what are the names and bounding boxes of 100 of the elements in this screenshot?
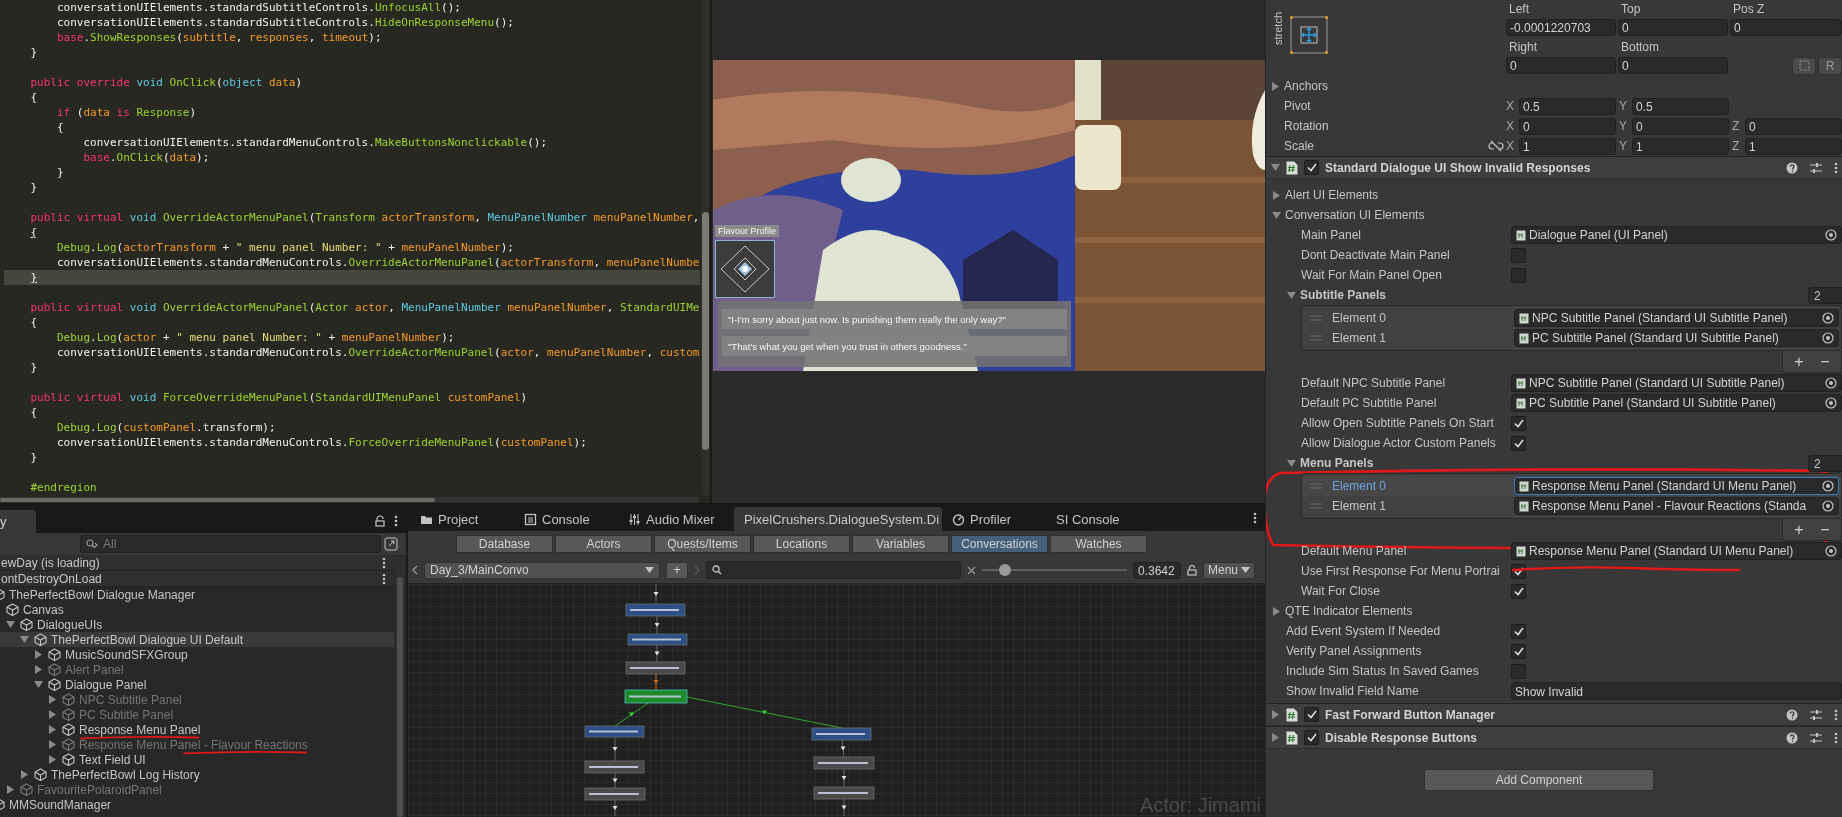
object-picker-icon[interactable] [1822, 312, 1834, 324]
editor-tab[interactable]: Database [456, 535, 553, 553]
collapsed-arrow-icon[interactable] [1272, 190, 1281, 200]
editor-tab[interactable]: Conversations [951, 535, 1048, 553]
add-element-button[interactable]: + [1791, 519, 1807, 540]
menu-icon[interactable] [1834, 731, 1838, 744]
scene-row[interactable]: ewDay (is loading) [0, 555, 394, 571]
scrollbar-thumb[interactable] [0, 498, 435, 502]
component-header[interactable]: Disable Response Buttons [1266, 726, 1842, 749]
dialogue-node[interactable] [813, 756, 875, 770]
number-field[interactable]: 0 [1745, 117, 1842, 135]
editor-tab[interactable]: Watches [1050, 535, 1147, 553]
zoom-value-field[interactable]: 0.3642 [1133, 561, 1181, 579]
number-field[interactable]: 0 [1618, 57, 1728, 74]
count-field[interactable]: 2 [1808, 454, 1842, 472]
unlinked-chain-icon[interactable] [1488, 140, 1504, 152]
object-field[interactable]: Response Menu Panel (Standard UI Menu Panel) [1511, 542, 1842, 560]
editor-tab[interactable]: Quests/Items [654, 535, 751, 553]
conversation-dropdown[interactable]: Day_3/MainConvo [424, 561, 660, 579]
object-picker-icon[interactable] [1822, 332, 1834, 344]
dialogue-node[interactable] [811, 727, 872, 741]
dialogue-node[interactable] [813, 786, 875, 800]
add-component-button[interactable]: Add Component [1424, 769, 1654, 791]
list-element-row[interactable]: Element 1 Response Menu Panel - Flavour Reactions (Standa [1302, 496, 1841, 516]
add-element-button[interactable]: + [1791, 351, 1807, 372]
number-field[interactable]: 0 [1519, 117, 1616, 135]
scene-row[interactable]: ontDestroyOnLoad [0, 571, 394, 587]
object-field[interactable]: Dialogue Panel (UI Panel) [1511, 226, 1842, 244]
object-field[interactable]: PC Subtitle Panel (Standard UI Subtitle Panel) [1514, 329, 1839, 347]
number-field[interactable]: 0 [1618, 19, 1728, 36]
component-header[interactable]: Standard Dialogue UI Show Invalid Responses [1266, 156, 1842, 179]
search-field[interactable]: All [80, 535, 381, 553]
number-field[interactable]: 0.5 [1632, 97, 1729, 115]
count-field[interactable]: 2 [1808, 286, 1842, 304]
checkbox[interactable] [1511, 663, 1526, 679]
zoom-slider[interactable] [982, 563, 1127, 577]
menu-icon[interactable] [1834, 161, 1838, 174]
collapsed-arrow-icon[interactable] [1272, 606, 1281, 616]
hierarchy-row[interactable]: MusicSoundSFXGroup [0, 647, 394, 662]
object-picker-icon[interactable] [1825, 397, 1837, 409]
foldout-label[interactable]: Alert UI Elements [1285, 188, 1379, 202]
hierarchy-row[interactable]: Dialogue Panel [0, 677, 394, 692]
presets-icon[interactable] [1810, 161, 1822, 174]
object-picker-icon[interactable] [1825, 545, 1837, 557]
panel-tab[interactable]: Console [514, 507, 618, 531]
foldout-label[interactable]: Subtitle Panels [1300, 288, 1387, 302]
number-field[interactable]: 1 [1745, 137, 1842, 155]
hierarchy-row[interactable]: ThePerfectBowl Dialogue Manager [0, 587, 394, 602]
panel-tab[interactable]: Profiler [942, 507, 1046, 531]
expanded-arrow-icon[interactable] [20, 635, 29, 644]
presets-icon[interactable] [1810, 708, 1822, 721]
component-header[interactable]: Fast Forward Button Manager [1266, 703, 1842, 726]
checkbox[interactable] [1511, 267, 1526, 283]
menu-icon[interactable] [1834, 708, 1838, 721]
response-button[interactable]: "I-I'm sorry about just now. Is punishing them really the only way?" [722, 309, 1067, 329]
number-field[interactable]: 1 [1519, 137, 1616, 155]
hierarchy-row[interactable]: ThePerfectBowl Dialogue UI Default [0, 632, 394, 647]
list-element-row[interactable]: Element 1 PC Subtitle Panel (Standard UI Subtitle Panel) [1302, 328, 1841, 348]
list-element-row[interactable]: Element 0 Response Menu Panel (Standard UI Menu Panel) [1302, 476, 1841, 496]
checkbox[interactable] [1304, 707, 1319, 722]
checkbox[interactable] [1511, 643, 1526, 659]
panel-tab[interactable]: Project [410, 507, 514, 531]
panel-tab[interactable]: SI Console [1046, 507, 1150, 531]
collapsed-arrow-icon[interactable] [20, 770, 29, 779]
maximize-icon[interactable] [384, 537, 398, 551]
foldout-label[interactable]: Menu Panels [1300, 456, 1374, 470]
menu-dropdown[interactable]: Menu [1203, 561, 1255, 579]
foldout-label[interactable]: Anchors [1284, 79, 1329, 93]
number-field[interactable]: 0 [1632, 117, 1729, 135]
object-picker-icon[interactable] [1822, 500, 1834, 512]
object-field[interactable]: NPC Subtitle Panel (Standard UI Subtitle Panel) [1511, 374, 1842, 392]
dialogue-node[interactable] [625, 661, 686, 675]
checkbox[interactable] [1511, 247, 1526, 263]
dialogue-node[interactable] [584, 760, 645, 774]
menu-icon[interactable] [382, 572, 386, 585]
panel-tab[interactable]: Audio Mixer [618, 507, 734, 531]
hierarchy-row[interactable]: ThePerfectBowl Log History [0, 767, 394, 782]
menu-icon[interactable] [1253, 512, 1257, 524]
number-field[interactable]: -0.0001220703 [1506, 19, 1616, 36]
dialogue-node[interactable] [584, 787, 646, 801]
checkbox[interactable] [1304, 160, 1319, 175]
help-icon[interactable] [1786, 731, 1798, 744]
blueprint-mode-button[interactable] [1792, 56, 1816, 75]
dialogue-node[interactable] [625, 603, 686, 617]
checkbox[interactable] [1511, 583, 1526, 599]
expanded-arrow-icon[interactable] [1271, 163, 1280, 172]
dialogue-node[interactable] [627, 633, 688, 646]
foldout-label[interactable]: Conversation UI Elements [1285, 208, 1425, 222]
list-element-row[interactable]: Element 0 NPC Subtitle Panel (Standard UI Subtitle Panel) [1302, 308, 1841, 328]
panel-tab[interactable]: PixelCrushers.DialogueSystem.Di [734, 507, 942, 531]
remove-element-button[interactable]: − [1817, 519, 1833, 540]
checkbox[interactable] [1511, 623, 1526, 639]
object-picker-icon[interactable] [1822, 480, 1834, 492]
number-field[interactable]: 0.5 [1519, 97, 1616, 115]
editor-tab[interactable]: Locations [753, 535, 850, 553]
number-field[interactable]: 0 [1506, 57, 1616, 74]
add-button[interactable]: + [666, 561, 688, 579]
remove-element-button[interactable]: − [1817, 351, 1833, 372]
number-field[interactable]: 0 [1730, 19, 1842, 36]
hierarchy-row[interactable]: DialogueUIs [0, 617, 394, 632]
